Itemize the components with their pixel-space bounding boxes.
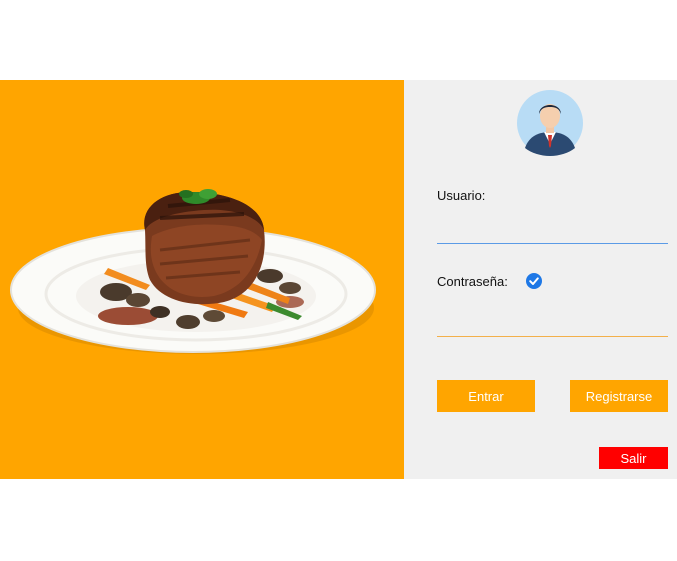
login-button[interactable]: Entrar [437, 380, 535, 412]
hero-panel [0, 80, 404, 479]
password-input[interactable] [437, 314, 668, 337]
username-label: Usuario: [437, 188, 486, 203]
register-button[interactable]: Registrarse [570, 380, 668, 412]
show-password-checkbox[interactable] [526, 273, 542, 289]
exit-button[interactable]: Salir [599, 447, 668, 469]
login-window: Usuario: Contraseña: Entrar Registrarse … [0, 80, 677, 479]
user-avatar-icon [517, 90, 583, 156]
login-panel: Usuario: Contraseña: Entrar Registrarse … [404, 80, 677, 479]
password-label: Contraseña: [437, 274, 508, 289]
username-input[interactable] [437, 221, 668, 244]
steak-plate-image [10, 189, 376, 354]
checkmark-icon [529, 277, 539, 285]
